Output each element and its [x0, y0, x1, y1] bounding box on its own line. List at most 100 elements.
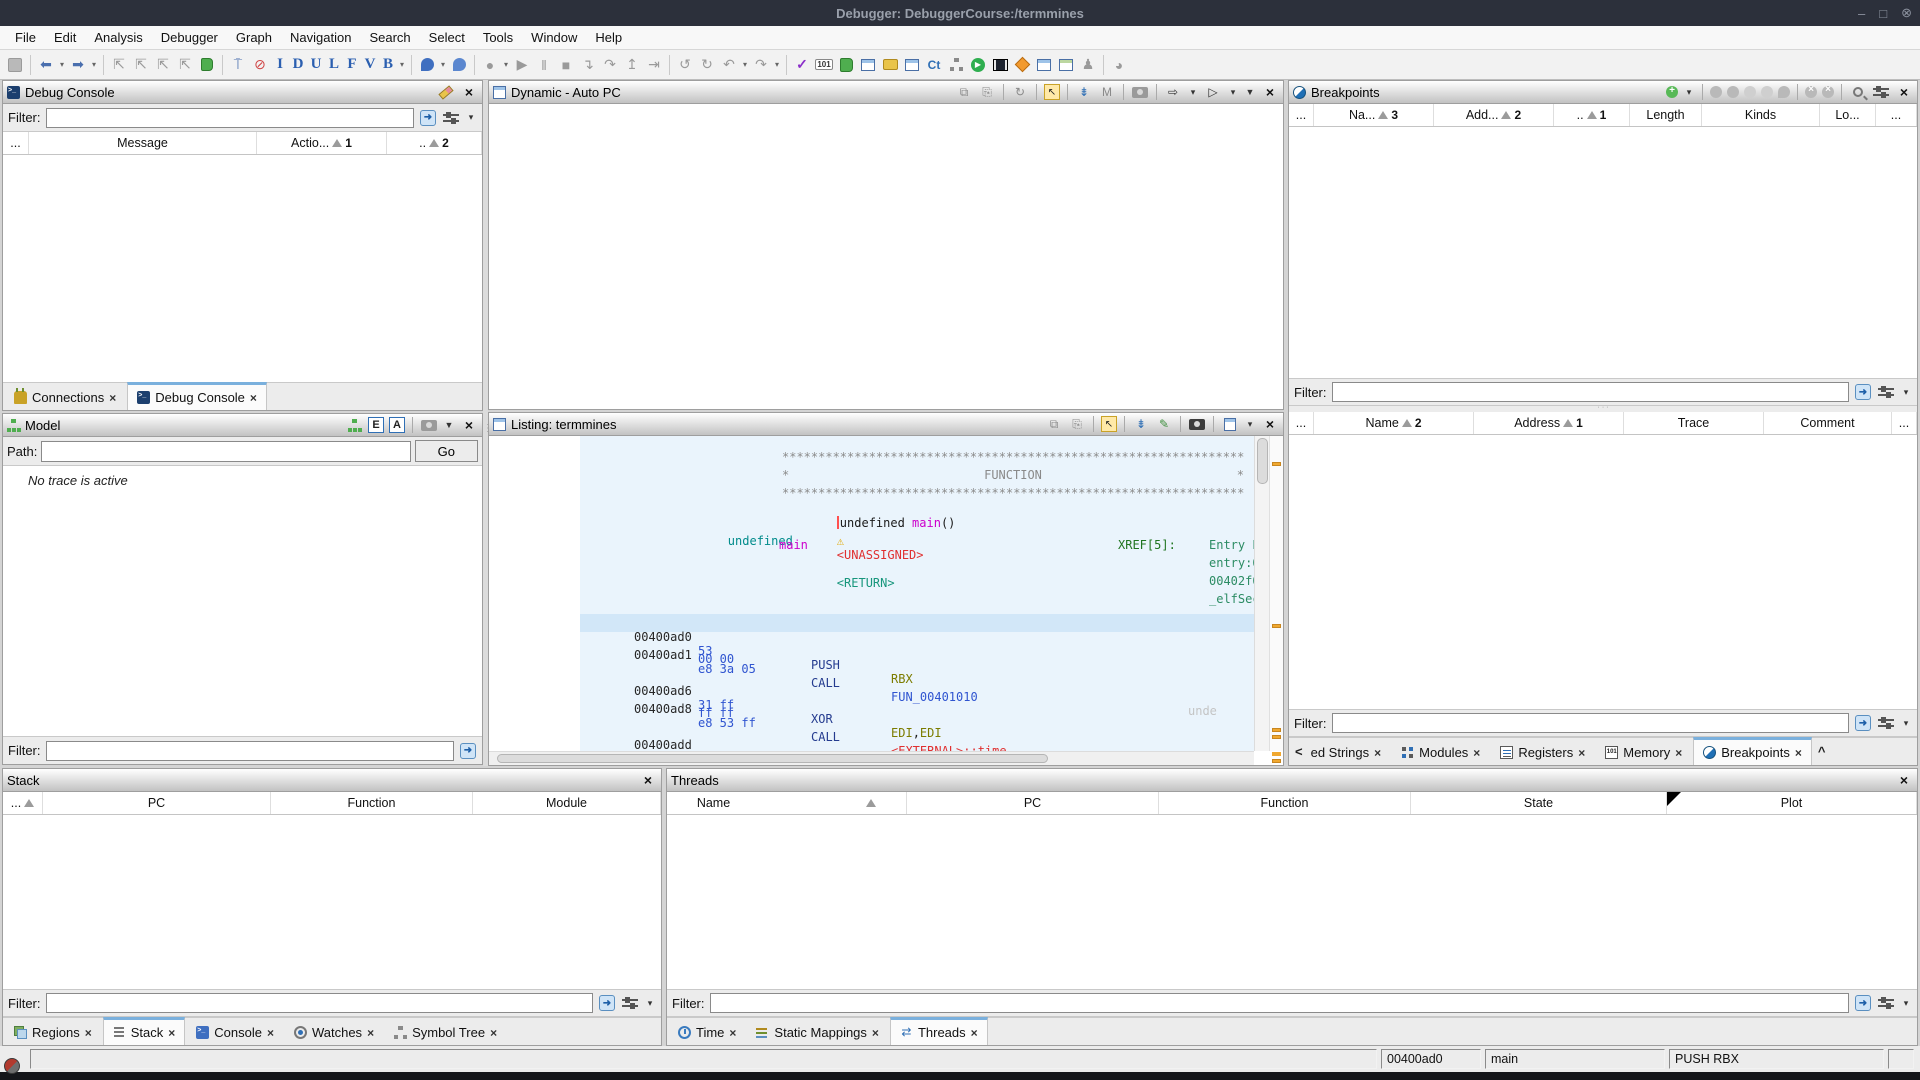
- filter-options-icon[interactable]: [621, 994, 639, 1012]
- column-more[interactable]: ...: [1876, 104, 1917, 126]
- menu-tools[interactable]: Tools: [474, 28, 522, 47]
- column-length[interactable]: Length: [1630, 104, 1702, 126]
- tab-console[interactable]: Console ×: [187, 1020, 283, 1045]
- tab-regions[interactable]: Regions ×: [5, 1020, 101, 1045]
- xref-count[interactable]: XREF[5]:: [1118, 538, 1176, 552]
- column-address[interactable]: Add...2: [1434, 104, 1554, 126]
- column-more[interactable]: ...: [1892, 412, 1917, 434]
- close-panel-icon[interactable]: ×: [460, 83, 478, 101]
- tab-close-icon[interactable]: ×: [168, 1026, 175, 1040]
- record-caret[interactable]: ▾: [501, 60, 511, 69]
- letter-button-b[interactable]: B: [379, 53, 397, 77]
- tab-static-mappings[interactable]: Static Mappings ×: [747, 1020, 888, 1045]
- tab-stack[interactable]: Stack ×: [103, 1017, 186, 1045]
- edit-listing-icon[interactable]: ✎: [1155, 415, 1173, 433]
- nav-next-icon[interactable]: [196, 53, 218, 77]
- column-state[interactable]: ..1: [1554, 104, 1630, 126]
- auto-read-caret[interactable]: ▾: [1227, 87, 1239, 98]
- tab-close-icon[interactable]: ×: [267, 1026, 274, 1040]
- tab-memory[interactable]: Memory ×: [1596, 740, 1691, 765]
- filter-options-icon[interactable]: [442, 109, 460, 127]
- xref-line[interactable]: 00402f00: [1209, 574, 1254, 588]
- menu-select[interactable]: Select: [420, 28, 474, 47]
- copy-icon[interactable]: ⎘: [978, 83, 996, 101]
- tab-breakpoints[interactable]: Breakpoints ×: [1693, 737, 1812, 765]
- breakpoints-filter-input[interactable]: [1332, 382, 1850, 402]
- regex-filter-icon[interactable]: ➜: [1854, 714, 1872, 732]
- data-type-manager-icon[interactable]: [835, 53, 857, 77]
- toggle-breakpoints-icon[interactable]: [1778, 86, 1790, 98]
- tab-close-icon[interactable]: ×: [971, 1026, 978, 1040]
- elements-view-button[interactable]: E: [368, 417, 384, 433]
- dynamic-header[interactable]: Dynamic - Auto PC ⧉ ⎘ ↻ ↖ ⇟ M ⇨▾ ▷▾ ▼ ×: [489, 81, 1283, 104]
- column-actions[interactable]: Actio... 1: [257, 132, 387, 154]
- snapshot-camera-icon[interactable]: [420, 416, 438, 434]
- letter-button-f[interactable]: F: [343, 53, 361, 77]
- column-comment[interactable]: Comment: [1764, 412, 1892, 434]
- debug-console-table-body[interactable]: [3, 155, 482, 382]
- filter-caret-icon[interactable]: ▾: [1900, 998, 1912, 1009]
- column-dots[interactable]: ...: [1289, 104, 1314, 126]
- snapshot-camera-icon[interactable]: [1188, 415, 1206, 433]
- step-over-icon[interactable]: ↷: [599, 53, 621, 77]
- filter-options-icon[interactable]: [1872, 83, 1890, 101]
- stack-table-body[interactable]: [3, 815, 661, 989]
- tab-registers[interactable]: Registers ×: [1491, 740, 1594, 765]
- menu-file[interactable]: File: [6, 28, 45, 47]
- tab-defined-strings[interactable]: ed Strings ×: [1309, 740, 1391, 765]
- path-input[interactable]: [41, 441, 410, 462]
- tab-close-icon[interactable]: ×: [872, 1026, 879, 1040]
- tab-watches[interactable]: Watches ×: [285, 1020, 383, 1045]
- column-state[interactable]: State: [1411, 792, 1667, 814]
- column-function[interactable]: Function: [1159, 792, 1411, 814]
- column-name[interactable]: Na...3: [1314, 104, 1434, 126]
- listing-header[interactable]: Listing: termmines ⧉ ⎘ ↖ ⇟ ✎ ▾ ×: [489, 413, 1283, 436]
- tab-time[interactable]: Time ×: [669, 1020, 745, 1045]
- column-kinds[interactable]: Kinds: [1702, 104, 1820, 126]
- memory-bytes-icon[interactable]: 101: [813, 53, 835, 77]
- debugger-attach-icon[interactable]: [448, 53, 470, 77]
- goto-icon[interactable]: ⇨: [1164, 83, 1182, 101]
- menu-debugger[interactable]: Debugger: [152, 28, 227, 47]
- nav-out-icon-2[interactable]: ⇱: [130, 53, 152, 77]
- model-body[interactable]: No trace is active: [3, 466, 482, 736]
- close-button[interactable]: ⊗: [1901, 5, 1912, 21]
- record-trace-icon[interactable]: ◕: [1108, 53, 1130, 77]
- clear-console-icon[interactable]: [437, 83, 455, 101]
- refresh-icon[interactable]: ↻: [1011, 83, 1029, 101]
- tab-threads[interactable]: ⇄ Threads ×: [890, 1017, 988, 1045]
- column-name[interactable]: Name: [667, 792, 907, 814]
- tab-close-icon[interactable]: ×: [1473, 746, 1480, 760]
- tab-close-icon[interactable]: ×: [1578, 746, 1585, 760]
- scrollbar-thumb[interactable]: [497, 754, 1048, 763]
- tab-modules[interactable]: Modules ×: [1392, 740, 1489, 765]
- tab-scroll-left-button[interactable]: <: [1291, 744, 1307, 759]
- snapshot-camera-icon[interactable]: [1131, 83, 1149, 101]
- xref-line[interactable]: _elfSect: [1209, 592, 1254, 606]
- array-view-icon[interactable]: [989, 53, 1011, 77]
- column-function[interactable]: Function: [271, 792, 473, 814]
- model-filter-input[interactable]: [46, 741, 455, 761]
- search-table-icon[interactable]: [1849, 83, 1867, 101]
- column-module[interactable]: Module: [473, 792, 661, 814]
- scrollbar-thumb[interactable]: [1257, 438, 1268, 484]
- attributes-view-button[interactable]: A: [389, 417, 405, 433]
- bookmark-marker[interactable]: [1272, 735, 1281, 739]
- regex-filter-icon[interactable]: ➜: [459, 742, 477, 760]
- tab-close-icon[interactable]: ×: [729, 1026, 736, 1040]
- filter-caret-icon[interactable]: ▾: [1900, 387, 1912, 398]
- close-panel-icon[interactable]: ×: [1261, 83, 1279, 101]
- copy-icon[interactable]: ⎘: [1068, 415, 1086, 433]
- interrupt-icon[interactable]: ‖: [533, 53, 555, 77]
- listing-fields-caret[interactable]: ▾: [1244, 419, 1256, 430]
- maximize-button[interactable]: □: [1879, 6, 1887, 21]
- tab-close-icon[interactable]: ×: [85, 1026, 92, 1040]
- function-label[interactable]: main: [779, 538, 808, 552]
- recover-snapshot-icon[interactable]: [879, 53, 901, 77]
- step-out-icon[interactable]: ↥: [621, 53, 643, 77]
- skip-forward-icon[interactable]: ↻: [696, 53, 718, 77]
- redo-icon[interactable]: ↷: [750, 53, 772, 77]
- menu-graph[interactable]: Graph: [227, 28, 281, 47]
- filter-caret-icon[interactable]: ▾: [1900, 718, 1912, 729]
- menu-edit[interactable]: Edit: [45, 28, 85, 47]
